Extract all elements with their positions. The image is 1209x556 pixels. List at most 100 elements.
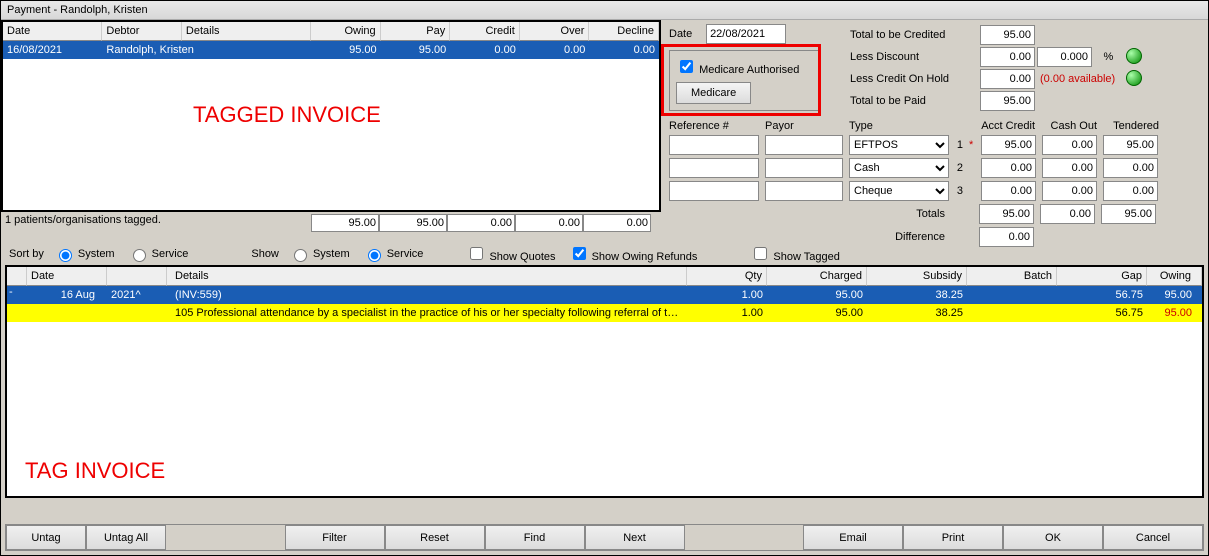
ref-input-1[interactable] — [669, 135, 759, 155]
cell-debtor: Randolph, Kristen — [102, 41, 311, 59]
credit-hold-label: Less Credit On Hold — [849, 68, 979, 90]
grid-row[interactable]: 16/08/2021 Randolph, Kristen 95.00 95.00… — [3, 41, 659, 59]
medicare-auth-label: Medicare Authorised — [699, 64, 799, 76]
sort-service[interactable]: Service — [128, 246, 189, 262]
lh-qty: Qty — [687, 267, 767, 286]
ok-button[interactable]: OK — [1003, 525, 1103, 550]
next-button[interactable]: Next — [585, 525, 685, 550]
star-1: * — [969, 139, 975, 151]
type-select-3[interactable]: Cheque — [849, 181, 949, 201]
show-owing-check[interactable]: Show Owing Refunds — [569, 244, 698, 263]
acct-3[interactable] — [981, 181, 1036, 201]
tend-2[interactable] — [1103, 158, 1158, 178]
right-panel: Date Medicare Authorised Medicare — [661, 20, 1208, 249]
reset-button[interactable]: Reset — [385, 525, 485, 550]
tendered-label: Tendered — [1103, 120, 1159, 132]
payor-label: Payor — [765, 120, 843, 132]
tag-invoice-label: TAG INVOICE — [25, 458, 165, 484]
date-input[interactable] — [706, 24, 786, 44]
hdr-over: Over — [520, 22, 590, 41]
paid-value[interactable] — [980, 91, 1035, 111]
button-bar: Untag Untag All Filter Reset Find Next E… — [5, 524, 1204, 551]
tot-pay — [379, 214, 447, 232]
show-tagged-check[interactable]: Show Tagged — [750, 244, 840, 263]
medicare-auth-checkbox[interactable]: Medicare Authorised — [676, 64, 799, 76]
medicare-auth-check[interactable] — [680, 60, 693, 73]
hdr-date: Date — [3, 22, 102, 41]
lh-date: Date — [27, 267, 107, 286]
untag-all-button[interactable]: Untag All — [86, 525, 166, 550]
tot-acct — [979, 204, 1034, 224]
payor-input-2[interactable] — [765, 158, 843, 178]
lower-header: Date Details Qty Charged Subsidy Batch G… — [7, 267, 1202, 286]
ref-label: Reference # — [669, 120, 759, 132]
ref-input-2[interactable] — [669, 158, 759, 178]
tagged-totals: 1 patients/organisations tagged. — [1, 214, 661, 232]
cashout-label: Cash Out — [1041, 120, 1097, 132]
tot-decline — [583, 214, 651, 232]
type-label: Type — [849, 120, 949, 132]
medicare-button[interactable]: Medicare — [676, 82, 751, 104]
find-button[interactable]: Find — [485, 525, 585, 550]
tend-1[interactable] — [1103, 135, 1158, 155]
payor-input-1[interactable] — [765, 135, 843, 155]
show-service[interactable]: Service — [363, 246, 424, 262]
status-dot-2[interactable] — [1126, 70, 1142, 86]
hdr-decline: Decline — [589, 22, 659, 41]
hdr-credit: Credit — [450, 22, 520, 41]
discount-value[interactable] — [980, 47, 1035, 67]
pct-sign: % — [1103, 51, 1113, 63]
hdr-details: Details — [182, 22, 311, 41]
untag-button[interactable]: Untag — [6, 525, 86, 550]
lh-owing: Owing — [1147, 267, 1202, 286]
cell-decline: 0.00 — [589, 41, 659, 59]
cancel-button[interactable]: Cancel — [1103, 525, 1203, 550]
show-quotes-check[interactable]: Show Quotes — [466, 244, 555, 263]
type-select-1[interactable]: EFTPOS — [849, 135, 949, 155]
window-title: Payment - Randolph, Kristen — [1, 1, 1208, 20]
cash-3[interactable] — [1042, 181, 1097, 201]
discount-label: Less Discount — [849, 46, 979, 68]
pay-row-2: Cash 2 — [669, 158, 1200, 178]
tot-owing — [311, 214, 379, 232]
credited-label: Total to be Credited — [849, 24, 979, 46]
hdr-debtor: Debtor — [102, 22, 182, 41]
idx-1: 1 — [955, 139, 963, 151]
paid-label: Total to be Paid — [849, 90, 979, 112]
show-label: Show — [251, 248, 279, 260]
ref-input-3[interactable] — [669, 181, 759, 201]
invoice-line-row[interactable]: 105 Professional attendance by a special… — [7, 304, 1202, 322]
status-dot-1[interactable] — [1126, 48, 1142, 64]
show-system[interactable]: System — [289, 246, 350, 262]
cash-2[interactable] — [1042, 158, 1097, 178]
payor-input-3[interactable] — [765, 181, 843, 201]
email-button[interactable]: Email — [803, 525, 903, 550]
lh-batch: Batch — [967, 267, 1057, 286]
credited-value[interactable] — [980, 25, 1035, 45]
cell-owing: 95.00 — [311, 41, 381, 59]
invoice-row[interactable]: 16 Aug 2021^ (INV:559) 1.00 95.00 38.25 … — [7, 286, 1202, 304]
cell-date: 16/08/2021 — [3, 41, 102, 59]
acct-1[interactable] — [981, 135, 1036, 155]
cell-credit: 0.00 — [450, 41, 520, 59]
sort-system[interactable]: System — [54, 246, 115, 262]
tot-cash — [1040, 204, 1095, 224]
invoice-lines-grid[interactable]: Date Details Qty Charged Subsidy Batch G… — [5, 265, 1204, 498]
totals-label: Totals — [669, 208, 953, 220]
idx-2: 2 — [955, 162, 963, 174]
filter-button[interactable]: Filter — [285, 525, 385, 550]
tagged-invoice-grid[interactable]: Date Debtor Details Owing Pay Credit Ove… — [1, 20, 661, 212]
tend-3[interactable] — [1103, 181, 1158, 201]
grid-header: Date Debtor Details Owing Pay Credit Ove… — [3, 22, 659, 41]
hdr-pay: Pay — [381, 22, 451, 41]
tagged-count-label: 1 patients/organisations tagged. — [1, 214, 311, 232]
credit-hold-value[interactable] — [980, 69, 1035, 89]
acct-2[interactable] — [981, 158, 1036, 178]
type-select-2[interactable]: Cash — [849, 158, 949, 178]
cash-1[interactable] — [1042, 135, 1097, 155]
date-label: Date — [669, 28, 703, 40]
idx-3: 3 — [955, 185, 963, 197]
lh-details: Details — [167, 267, 687, 286]
print-button[interactable]: Print — [903, 525, 1003, 550]
discount-pct[interactable] — [1037, 47, 1092, 67]
